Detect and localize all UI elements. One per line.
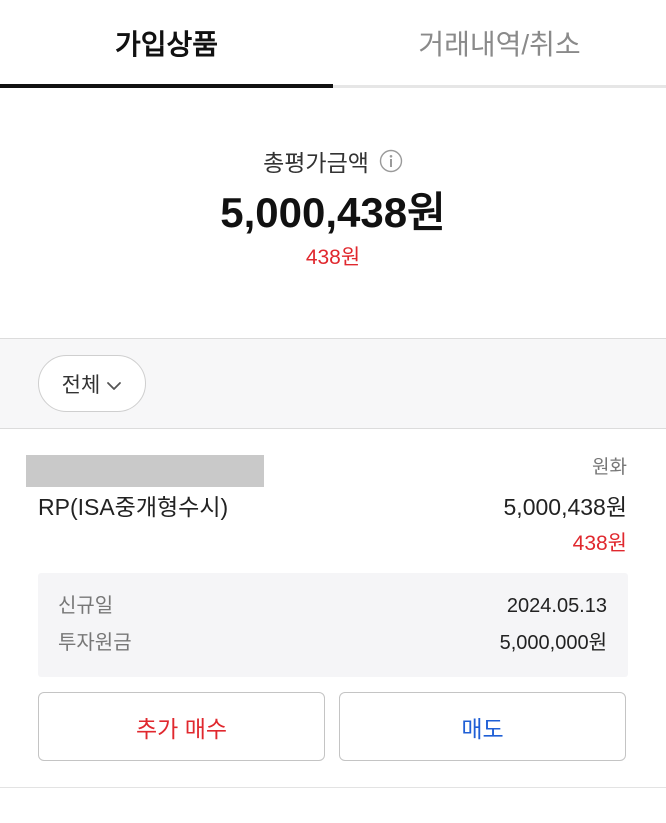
tab-label: 거래내역/취소 (418, 28, 581, 60)
detail-value: 2024.05.13 (506, 595, 607, 617)
detail-label: 신규일 (58, 595, 114, 617)
additional-buy-button[interactable]: 추가 매수 (38, 692, 325, 761)
tab-subscribed-products[interactable]: 가입상품 (0, 0, 333, 85)
detail-label: 투자원금 (58, 632, 132, 654)
product-name[interactable]: RP(ISA중개형수시) (38, 491, 228, 523)
currency-label: 원화 (592, 457, 627, 478)
total-amount: 5,000,438원 (220, 189, 446, 236)
filter-selected-label: 전체 (61, 373, 101, 397)
tab-transactions-cancel[interactable]: 거래내역/취소 (333, 0, 666, 85)
detail-row-principal: 투자원금 5,000,000원 (58, 627, 607, 659)
tab-bar: 가입상품 거래내역/취소 (0, 0, 666, 88)
detail-value: 5,000,000원 (499, 632, 607, 654)
info-icon[interactable] (379, 149, 403, 173)
sell-button[interactable]: 매도 (339, 692, 626, 761)
filter-bar: 전체 (0, 338, 666, 429)
detail-row-open-date: 신규일 2024.05.13 (58, 590, 607, 622)
tab-label: 가입상품 (114, 28, 219, 60)
page: 가입상품 거래내역/취소 총평가금액 5,000,438원 438원 전체 원화… (0, 0, 666, 823)
button-label: 추가 매수 (135, 715, 228, 742)
redacted-block (26, 455, 264, 487)
filter-dropdown[interactable]: 전체 (38, 355, 146, 412)
product-details: 신규일 2024.05.13 투자원금 5,000,000원 (38, 573, 628, 677)
total-valuation-summary: 총평가금액 5,000,438원 438원 (0, 88, 666, 338)
total-profit: 438원 (305, 246, 361, 269)
button-label: 매도 (461, 715, 504, 742)
product-profit: 438원 (572, 532, 627, 555)
divider (0, 787, 666, 788)
summary-title-row: 총평가금액 (0, 144, 666, 178)
summary-title: 총평가금액 (263, 150, 369, 176)
chevron-down-icon (106, 376, 122, 392)
product-amount: 5,000,438원 (503, 494, 627, 520)
